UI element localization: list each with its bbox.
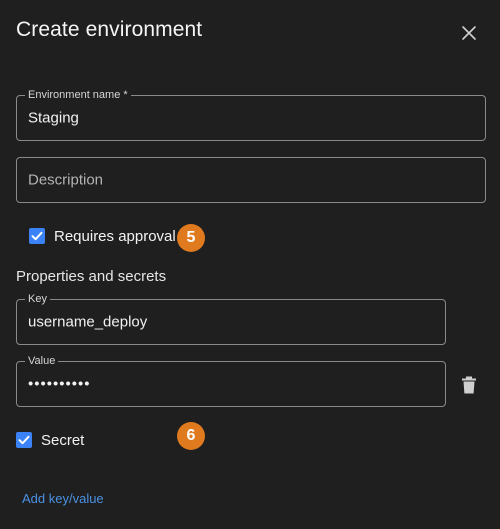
step-badge-5: 5 <box>177 224 205 252</box>
key-field[interactable]: Key username_deploy <box>16 292 446 345</box>
value-masked: •••••••••• <box>28 375 91 393</box>
value-field[interactable]: Value •••••••••• <box>16 354 446 407</box>
requires-approval-label: Requires approval <box>54 228 176 245</box>
key-value: username_deploy <box>28 313 148 331</box>
environment-name-value: Staging <box>28 109 79 127</box>
create-environment-dialog: Create environment Environment name * St… <box>0 0 500 529</box>
checkmark-icon <box>31 231 43 241</box>
secret-label: Secret <box>41 432 85 449</box>
checkmark-icon <box>18 435 30 445</box>
close-icon[interactable] <box>458 22 480 44</box>
description-field[interactable]: Description <box>16 157 486 203</box>
environment-name-label: Environment name * <box>25 88 131 102</box>
description-placeholder: Description <box>28 171 104 189</box>
properties-heading: Properties and secrets <box>16 268 167 285</box>
key-label: Key <box>25 292 50 306</box>
secret-checkbox[interactable] <box>16 432 32 448</box>
trash-icon[interactable] <box>461 376 477 394</box>
step-badge-6: 6 <box>177 422 205 450</box>
value-label: Value <box>25 354 59 368</box>
requires-approval-checkbox[interactable] <box>29 228 45 244</box>
add-key-value-link[interactable]: Add key/value <box>22 491 104 506</box>
dialog-title: Create environment <box>16 18 203 41</box>
environment-name-field[interactable]: Environment name * Staging <box>16 88 486 141</box>
